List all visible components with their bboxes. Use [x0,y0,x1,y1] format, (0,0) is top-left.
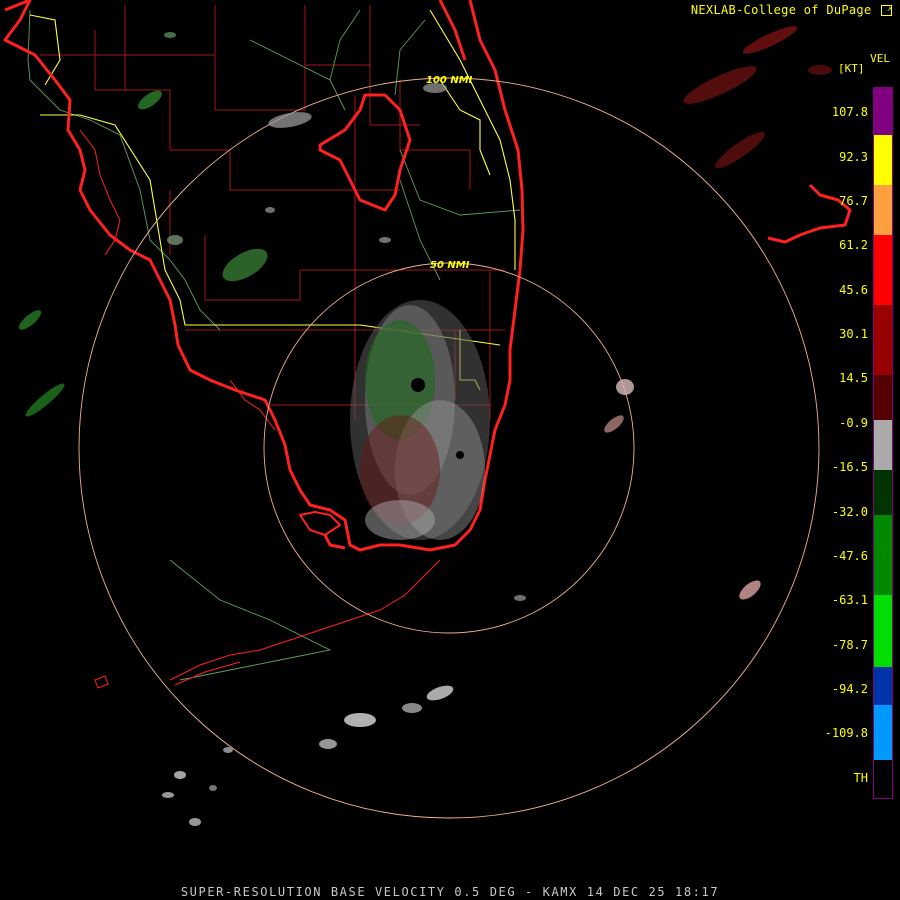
product-label: VEL [870,52,890,65]
radar-echo-main [350,300,490,540]
scale-label: 92.3 [839,150,868,164]
product-footer: SUPER-RESOLUTION BASE VELOCITY 0.5 DEG -… [180,885,720,899]
scale-label: 30.1 [839,327,868,341]
radar-viewport: 100 NMI 50 NMI NEXLAB-College of DuPage … [0,0,900,900]
scale-label: -16.5 [831,460,868,474]
scale-label: -47.6 [831,549,868,563]
credit-text[interactable]: NEXLAB-College of DuPage ↗ [691,3,892,17]
scale-label: -63.1 [831,593,868,607]
colorbar [873,87,893,799]
scale-label: TH [853,771,868,785]
units-label: [KT] [838,62,865,75]
ring-label-50: 50 NMI [430,260,470,271]
scale-label: 107.8 [831,105,868,119]
radar-map: 100 NMI 50 NMI [3,0,892,826]
scale-label: -109.8 [824,726,868,740]
scale-label: -78.7 [831,638,868,652]
credit-label: NEXLAB-College of DuPage [690,3,872,17]
scale-label: 45.6 [839,283,868,297]
scale-label: -32.0 [831,505,868,519]
scale-label: 14.5 [839,371,868,385]
scale-label: 76.7 [839,194,868,208]
scale-label: 61.2 [839,238,868,252]
scale-label: -0.9 [839,416,868,430]
external-link-icon: ↗ [881,5,892,16]
scale-label: -94.2 [831,682,868,696]
